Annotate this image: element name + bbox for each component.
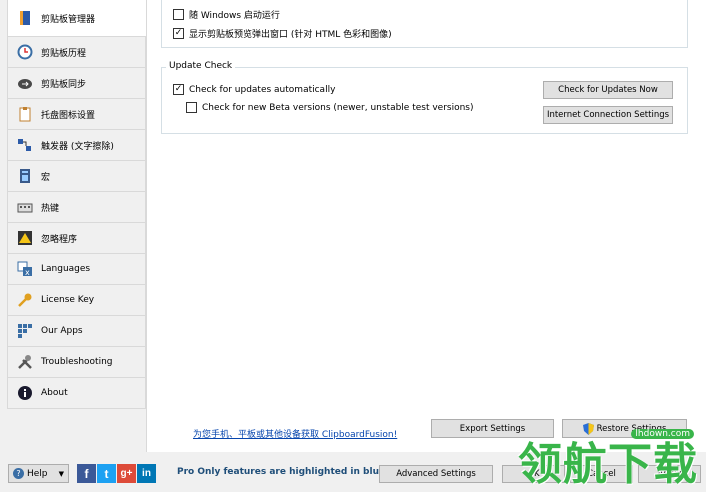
sidebar-item-4[interactable]: 触发器 (文字擦除) (7, 130, 146, 161)
sidebar-item-2[interactable]: 剪贴板同步 (7, 68, 146, 99)
auto-update-label: Check for updates automatically (189, 84, 336, 95)
startup-checkbox-row[interactable]: 随 Windows 启动运行 (173, 8, 280, 21)
help-button[interactable]: ? Help ▼ (8, 464, 69, 483)
sidebar-item-label: License Key (41, 295, 95, 305)
update-check-title: Update Check (166, 61, 236, 71)
macro-icon (16, 168, 33, 185)
book-icon (16, 10, 33, 27)
startup-checkbox[interactable] (173, 9, 184, 20)
pro-only-note: Pro Only features are highlighted in blu… (177, 467, 386, 477)
info-icon (16, 385, 33, 402)
clock-icon (16, 44, 33, 61)
sidebar-item-9[interactable]: License Key (7, 285, 146, 316)
get-clipboardfusion-link[interactable]: 为您手机、平板或其他设备获取 ClipboardFusion! (193, 427, 397, 440)
internet-connection-settings-button[interactable]: Internet Connection Settings (543, 106, 673, 124)
watermark: lhdown.com 领航下载 (518, 424, 698, 492)
sidebar-item-11[interactable]: Troubleshooting (7, 347, 146, 378)
sidebar-item-1[interactable]: 剪贴板历程 (7, 37, 146, 68)
preview-checkbox-row[interactable]: ✓ 显示剪贴板预览弹出窗口 (针对 HTML 色彩和图像) (173, 27, 392, 40)
preview-label: 显示剪贴板预览弹出窗口 (针对 HTML 色彩和图像) (189, 30, 392, 40)
sidebar-item-label: Troubleshooting (41, 357, 113, 367)
linkedin-icon[interactable]: in (137, 464, 156, 483)
sidebar-item-8[interactable]: x Languages (7, 254, 146, 285)
auto-update-checkbox[interactable]: ✓ (173, 84, 184, 95)
sidebar-item-label: 宏 (41, 172, 51, 183)
sidebar-item-10[interactable]: Our Apps (7, 316, 146, 347)
advanced-settings-button[interactable]: Advanced Settings (379, 465, 493, 483)
sidebar-item-label: 忽略程序 (41, 234, 78, 245)
sidebar-item-label: 触发器 (文字擦除) (41, 141, 114, 152)
keyboard-icon (16, 199, 33, 216)
watermark-url: lhdown.com (631, 429, 694, 439)
sidebar-item-0[interactable]: 剪贴板管理器 (7, 0, 146, 37)
settings-panel: 随 Windows 启动运行 ✓ 显示剪贴板预览弹出窗口 (针对 HTML 色彩… (146, 0, 706, 452)
sidebar-item-label: 托盘图标设置 (41, 110, 96, 121)
sidebar: 剪贴板管理器 剪贴板历程剪贴板同步托盘图标设置触发器 (文字擦除) 宏热键忽略程序 x… (7, 0, 146, 422)
apps-icon (16, 323, 33, 340)
chevron-down-icon: ▼ (58, 469, 64, 478)
key-icon (16, 292, 33, 309)
cloud-sync-icon (16, 75, 33, 92)
tools-icon (16, 354, 33, 371)
sidebar-item-label: Languages (41, 264, 91, 274)
sidebar-item-5[interactable]: 宏 (7, 161, 146, 192)
clipboard-icon (16, 106, 33, 123)
google-plus-icon[interactable]: g+ (117, 464, 136, 483)
sidebar-item-label: About (41, 388, 68, 398)
sidebar-item-3[interactable]: 托盘图标设置 (7, 99, 146, 130)
beta-label: Check for new Beta versions (newer, unst… (202, 102, 474, 113)
sidebar-item-label: Our Apps (41, 326, 83, 336)
facebook-icon[interactable]: f (77, 464, 96, 483)
svg-text:x: x (25, 268, 30, 277)
sidebar-item-12[interactable]: About (7, 378, 146, 409)
help-label: Help (27, 468, 48, 479)
sidebar-item-label: 热键 (41, 203, 60, 214)
twitter-icon[interactable]: t (97, 464, 116, 483)
check-updates-now-button[interactable]: Check for Updates Now (543, 81, 673, 99)
language-icon: x (16, 261, 33, 278)
help-icon: ? (13, 468, 24, 479)
sidebar-item-label: 剪贴板历程 (41, 48, 87, 59)
beta-checkbox[interactable] (186, 102, 197, 113)
sidebar-item-label: 剪贴板管理器 (41, 14, 96, 25)
startup-label: 随 Windows 启动运行 (189, 11, 280, 21)
sidebar-item-7[interactable]: 忽略程序 (7, 223, 146, 254)
trigger-icon (16, 137, 33, 154)
warning-icon (16, 230, 33, 247)
sidebar-item-6[interactable]: 热键 (7, 192, 146, 223)
beta-checkbox-row[interactable]: Check for new Beta versions (newer, unst… (186, 102, 474, 113)
sidebar-item-label: 剪贴板同步 (41, 79, 87, 90)
preview-checkbox[interactable]: ✓ (173, 28, 184, 39)
auto-update-checkbox-row[interactable]: ✓ Check for updates automatically (173, 84, 335, 95)
